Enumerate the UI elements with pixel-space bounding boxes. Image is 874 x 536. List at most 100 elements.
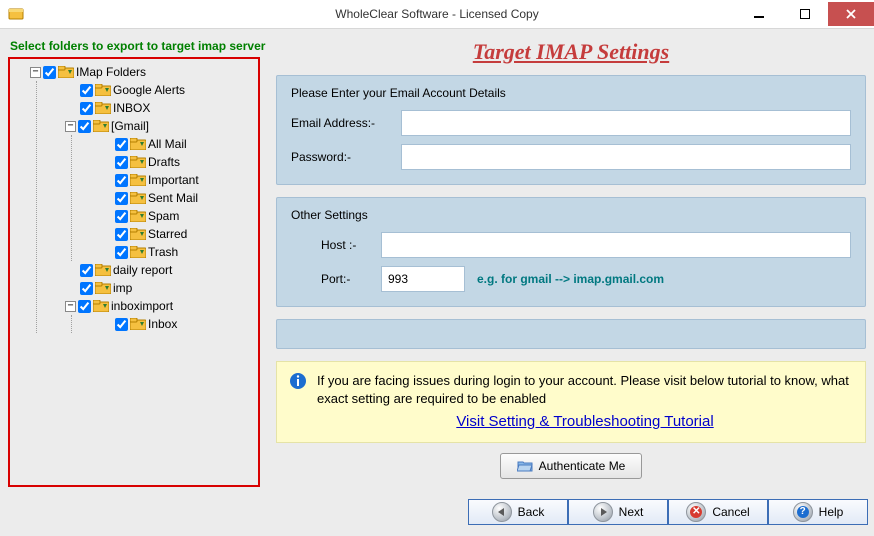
folder-tree-container: − IMap Folders Google Alerts: [8, 57, 260, 487]
checkbox[interactable]: [80, 264, 93, 277]
checkbox[interactable]: [80, 282, 93, 295]
other-settings-group: Other Settings Host :- Port:- e.g. for g…: [276, 197, 866, 307]
tutorial-link[interactable]: Visit Setting & Troubleshooting Tutorial: [317, 413, 853, 430]
port-input[interactable]: [381, 266, 465, 292]
checkbox-root[interactable]: [43, 66, 56, 79]
back-label: Back: [518, 505, 545, 519]
tree-node-sent-mail[interactable]: Sent Mail: [100, 189, 256, 207]
authenticate-button[interactable]: Authenticate Me: [500, 453, 643, 479]
tree-node-spam[interactable]: Spam: [100, 207, 256, 225]
checkbox[interactable]: [115, 228, 128, 241]
collapse-icon[interactable]: −: [65, 121, 76, 132]
tree-node-inboximport[interactable]: − inboximport: [65, 297, 256, 315]
tree-label: Spam: [148, 209, 179, 223]
email-label: Email Address:-: [291, 116, 401, 130]
folder-icon: [93, 120, 109, 132]
tree-label: imp: [113, 281, 132, 295]
window-title: WholeClear Software - Licensed Copy: [0, 7, 874, 21]
folder-icon: [95, 102, 111, 114]
other-group-title: Other Settings: [291, 208, 851, 222]
info-icon: [289, 372, 307, 390]
cancel-icon: ✕: [686, 502, 706, 522]
tree-label: [Gmail]: [111, 119, 149, 133]
tree-label: Starred: [148, 227, 187, 241]
tree-node-inboximport-inbox[interactable]: Inbox: [100, 315, 256, 333]
password-label: Password:-: [291, 150, 401, 164]
checkbox[interactable]: [115, 210, 128, 223]
tree-node-gmail[interactable]: − [Gmail]: [65, 117, 256, 135]
folder-select-title: Select folders to export to target imap …: [10, 39, 266, 53]
folder-icon: [93, 300, 109, 312]
help-button[interactable]: ? Help: [768, 499, 868, 525]
folder-icon: [95, 264, 111, 276]
folder-icon: [95, 84, 111, 96]
checkbox[interactable]: [115, 174, 128, 187]
page-title: Target IMAP Settings: [276, 39, 866, 65]
tree-node-drafts[interactable]: Drafts: [100, 153, 256, 171]
titlebar: WholeClear Software - Licensed Copy: [0, 0, 874, 29]
collapse-icon[interactable]: −: [65, 301, 76, 312]
arrow-left-icon: [492, 502, 512, 522]
info-box: If you are facing issues during login to…: [276, 361, 866, 443]
checkbox[interactable]: [115, 138, 128, 151]
folder-tree[interactable]: − IMap Folders Google Alerts: [12, 63, 256, 333]
tree-label: Google Alerts: [113, 83, 185, 97]
cancel-button[interactable]: ✕ Cancel: [668, 499, 768, 525]
cancel-label: Cancel: [712, 505, 749, 519]
password-input[interactable]: [401, 144, 851, 170]
folder-icon: [130, 174, 146, 186]
wizard-button-bar: Back Next ✕ Cancel ? Help: [0, 497, 874, 527]
checkbox[interactable]: [115, 156, 128, 169]
checkbox[interactable]: [78, 120, 91, 133]
tree-label: inboximport: [111, 299, 173, 313]
folder-open-icon: [517, 460, 533, 472]
tree-node-all-mail[interactable]: All Mail: [100, 135, 256, 153]
tree-label: Inbox: [148, 317, 177, 331]
tree-node-important[interactable]: Important: [100, 171, 256, 189]
tree-label: IMap Folders: [76, 65, 146, 79]
tree-label: daily report: [113, 263, 172, 277]
tree-node-google-alerts[interactable]: Google Alerts: [65, 81, 256, 99]
port-label: Port:-: [321, 272, 381, 286]
back-button[interactable]: Back: [468, 499, 568, 525]
port-hint: e.g. for gmail --> imap.gmail.com: [477, 272, 664, 286]
tree-label: INBOX: [113, 101, 150, 115]
spacer-panel: [276, 319, 866, 349]
folder-icon: [130, 192, 146, 204]
tree-label: All Mail: [148, 137, 187, 151]
account-group-title: Please Enter your Email Account Details: [291, 86, 851, 100]
folder-icon: [130, 246, 146, 258]
folder-icon: [58, 66, 74, 78]
folder-icon: [130, 138, 146, 150]
tree-label: Sent Mail: [148, 191, 198, 205]
next-button[interactable]: Next: [568, 499, 668, 525]
tree-node-root[interactable]: − IMap Folders: [30, 63, 256, 81]
next-label: Next: [619, 505, 644, 519]
host-label: Host :-: [321, 238, 381, 252]
tree-node-imp[interactable]: imp: [65, 279, 256, 297]
tree-node-trash[interactable]: Trash: [100, 243, 256, 261]
checkbox[interactable]: [115, 246, 128, 259]
folder-icon: [130, 210, 146, 222]
folder-icon: [95, 282, 111, 294]
tree-node-inbox[interactable]: INBOX: [65, 99, 256, 117]
collapse-icon[interactable]: −: [30, 67, 41, 78]
help-icon: ?: [793, 502, 813, 522]
checkbox[interactable]: [115, 192, 128, 205]
email-input[interactable]: [401, 110, 851, 136]
folder-icon: [130, 228, 146, 240]
checkbox[interactable]: [80, 102, 93, 115]
arrow-right-icon: [593, 502, 613, 522]
auth-button-label: Authenticate Me: [539, 459, 626, 473]
account-details-group: Please Enter your Email Account Details …: [276, 75, 866, 185]
tree-node-daily-report[interactable]: daily report: [65, 261, 256, 279]
host-input[interactable]: [381, 232, 851, 258]
tree-node-starred[interactable]: Starred: [100, 225, 256, 243]
folder-icon: [130, 156, 146, 168]
checkbox[interactable]: [115, 318, 128, 331]
checkbox[interactable]: [80, 84, 93, 97]
help-label: Help: [819, 505, 844, 519]
checkbox[interactable]: [78, 300, 91, 313]
tree-label: Trash: [148, 245, 178, 259]
info-text: If you are facing issues during login to…: [317, 372, 853, 407]
